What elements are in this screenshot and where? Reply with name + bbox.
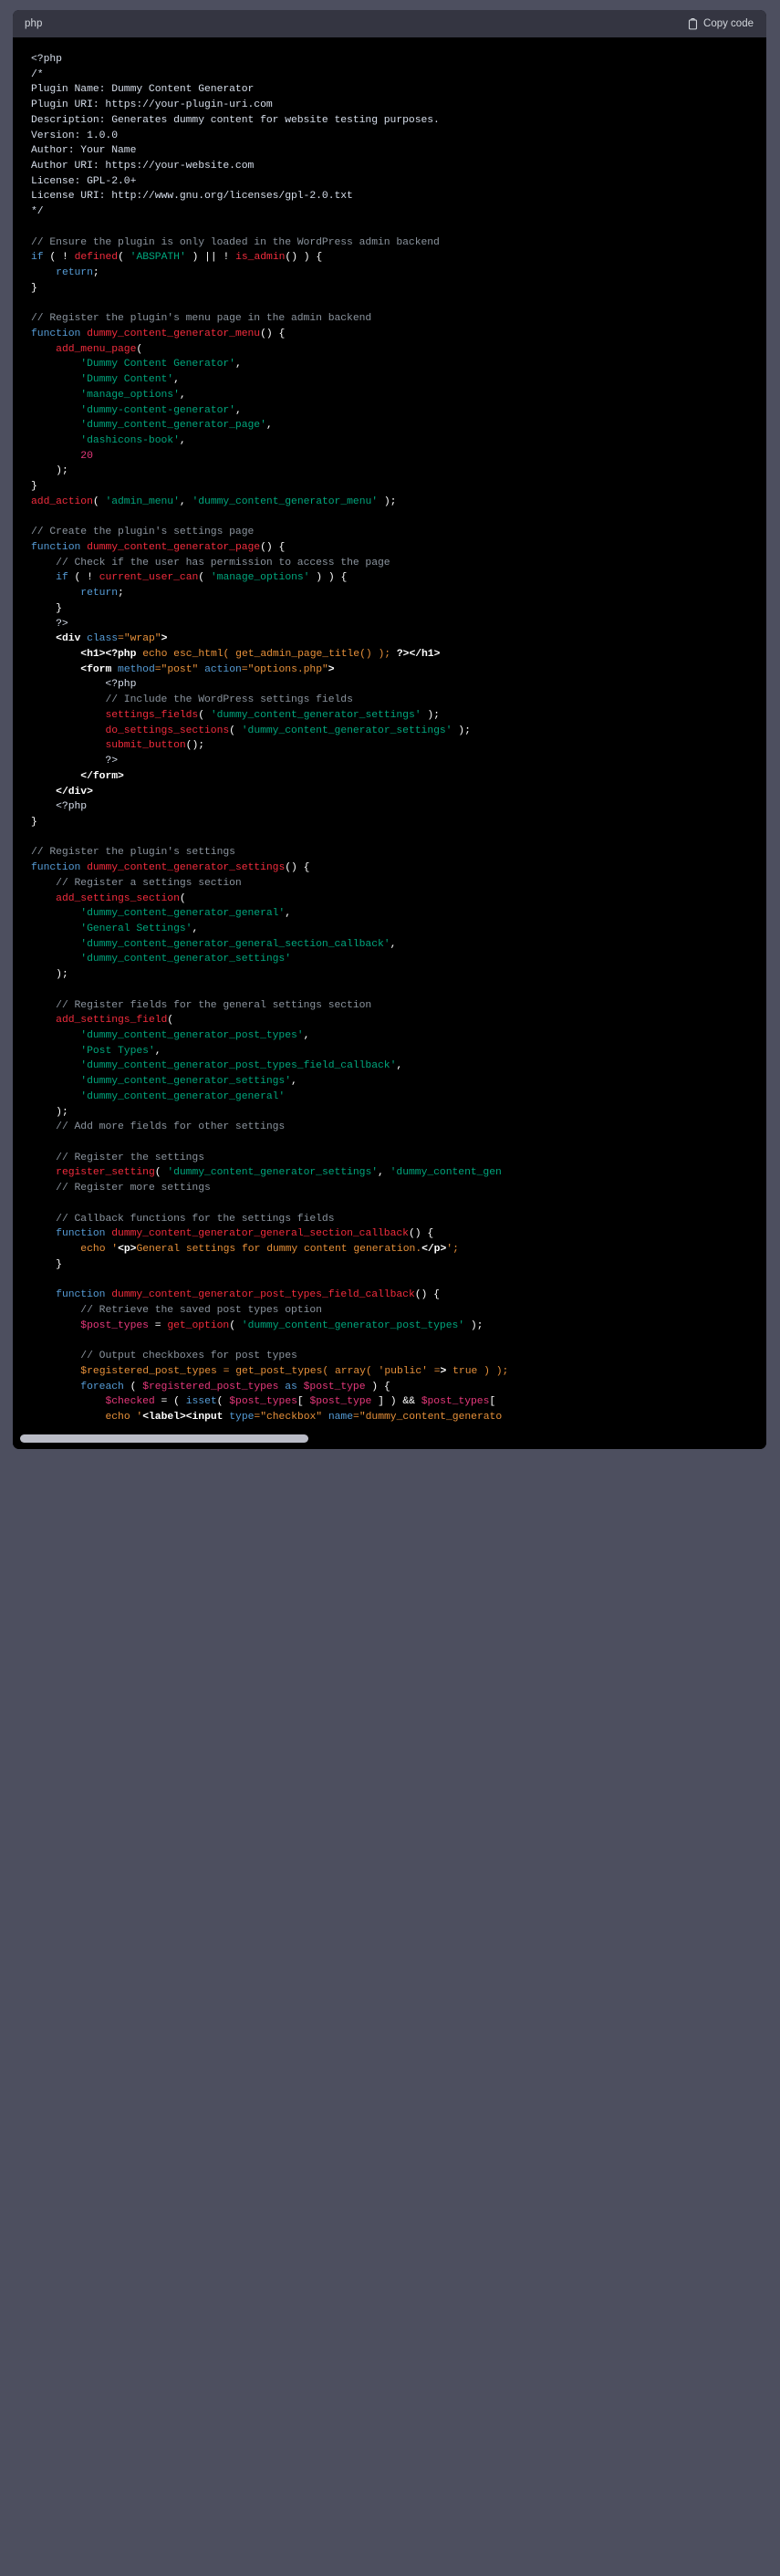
copy-code-button[interactable]: Copy code xyxy=(688,17,754,30)
page-root: php Copy code <?php /* Plugin Name: Dumm… xyxy=(0,0,780,2576)
horizontal-scrollbar[interactable] xyxy=(20,1434,759,1443)
code-language-label: php xyxy=(25,18,43,29)
copy-code-label: Copy code xyxy=(703,18,754,29)
code-block-header: php Copy code xyxy=(13,10,766,37)
code-block-body: <?php /* Plugin Name: Dummy Content Gene… xyxy=(13,37,766,1449)
code-content[interactable]: <?php /* Plugin Name: Dummy Content Gene… xyxy=(13,52,766,1425)
scrollbar-thumb[interactable] xyxy=(20,1434,308,1443)
clipboard-icon xyxy=(688,17,698,30)
code-block: php Copy code <?php /* Plugin Name: Dumm… xyxy=(13,10,766,1449)
